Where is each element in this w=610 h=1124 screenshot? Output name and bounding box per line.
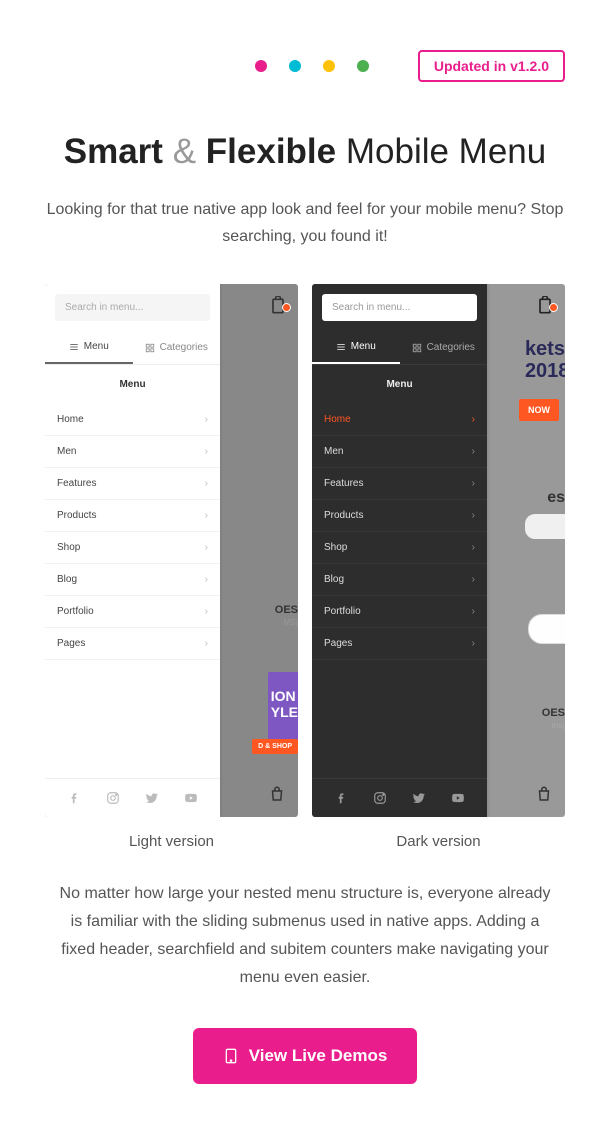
title-smart: Smart xyxy=(64,132,163,171)
menu-item-men[interactable]: Men› xyxy=(312,436,487,468)
youtube-icon[interactable] xyxy=(451,791,465,805)
menu-item-features[interactable]: Features› xyxy=(312,468,487,500)
title-rest: Mobile Menu xyxy=(346,132,546,171)
chevron-right-icon: › xyxy=(205,478,208,489)
bg-oes2: OES xyxy=(542,707,565,719)
twitter-icon[interactable] xyxy=(412,791,426,805)
dark-menu-panel: Search in menu... Menu Categories Menu H… xyxy=(312,284,487,817)
bag-icon xyxy=(535,785,553,803)
chevron-right-icon: › xyxy=(472,606,475,617)
menu-item-portfolio[interactable]: Portfolio› xyxy=(45,596,220,628)
bg-shop-btn: D & SHOP xyxy=(252,739,298,754)
chevron-right-icon: › xyxy=(205,606,208,617)
tab-menu[interactable]: Menu xyxy=(312,331,400,364)
dark-screenshot: kets2018. NOW es OES ms) Search in menu.… xyxy=(312,284,565,817)
tab-menu-label: Menu xyxy=(84,341,109,352)
chevron-right-icon: › xyxy=(205,510,208,521)
chevron-right-icon: › xyxy=(205,542,208,553)
facebook-icon[interactable] xyxy=(67,791,81,805)
chevron-right-icon: › xyxy=(205,574,208,585)
menu-item-features[interactable]: Features› xyxy=(45,468,220,500)
cta-label: View Live Demos xyxy=(249,1046,388,1066)
tab-menu-label: Menu xyxy=(351,341,376,352)
menu-item-home[interactable]: Home› xyxy=(312,404,487,436)
menu-item-shop[interactable]: Shop› xyxy=(45,532,220,564)
color-dots xyxy=(255,60,369,72)
bg-shoe2 xyxy=(528,614,565,644)
menu-item-products[interactable]: Products› xyxy=(45,500,220,532)
social-row xyxy=(45,778,220,817)
menu-item-products[interactable]: Products› xyxy=(312,500,487,532)
lead-text: Looking for that true native app look an… xyxy=(45,196,565,250)
dot-cyan xyxy=(289,60,301,72)
menu-item-home[interactable]: Home› xyxy=(45,404,220,436)
bag-icon xyxy=(268,785,286,803)
menu-item-pages[interactable]: Pages› xyxy=(312,628,487,660)
tablet-icon xyxy=(223,1046,239,1066)
bg-es: es xyxy=(547,489,565,507)
bg-kets: kets2018. xyxy=(525,338,565,382)
bg-shop-now: NOW xyxy=(519,399,559,421)
chevron-right-icon: › xyxy=(472,574,475,585)
chevron-right-icon: › xyxy=(205,446,208,457)
chevron-right-icon: › xyxy=(472,478,475,489)
tabs: Menu Categories xyxy=(312,331,487,365)
menu-item-pages[interactable]: Pages› xyxy=(45,628,220,660)
menu-item-shop[interactable]: Shop› xyxy=(312,532,487,564)
chevron-right-icon: › xyxy=(205,414,208,425)
tab-categories-label: Categories xyxy=(160,342,208,353)
youtube-icon[interactable] xyxy=(184,791,198,805)
description-text: No matter how large your nested menu str… xyxy=(45,880,565,992)
light-screenshot: BGSMS) LLERYMS) OES MS) IONYLE D & SHOP … xyxy=(45,284,298,817)
dot-yellow xyxy=(323,60,335,72)
light-caption: Light version xyxy=(45,833,298,850)
tabs: Menu Categories xyxy=(45,331,220,365)
menu-item-blog[interactable]: Blog› xyxy=(312,564,487,596)
bg-shoe xyxy=(525,514,565,539)
search-input[interactable]: Search in menu... xyxy=(55,294,210,321)
dot-pink xyxy=(255,60,267,72)
search-input[interactable]: Search in menu... xyxy=(322,294,477,321)
menu-icon xyxy=(336,342,346,352)
title-amp: & xyxy=(173,132,196,171)
chevron-right-icon: › xyxy=(472,414,475,425)
grid-icon xyxy=(412,343,422,353)
instagram-icon[interactable] xyxy=(106,791,120,805)
menu-title: Menu xyxy=(45,365,220,404)
dot-green xyxy=(357,60,369,72)
view-demos-button[interactable]: View Live Demos xyxy=(193,1028,418,1084)
tab-categories[interactable]: Categories xyxy=(400,331,488,364)
facebook-icon[interactable] xyxy=(334,791,348,805)
chevron-right-icon: › xyxy=(472,446,475,457)
dark-caption: Dark version xyxy=(312,833,565,850)
menu-title: Menu xyxy=(312,365,487,404)
tab-categories-label: Categories xyxy=(427,342,475,353)
title-flexible: Flexible xyxy=(206,132,336,171)
social-row xyxy=(312,778,487,817)
light-menu-panel: Search in menu... Menu Categories Menu H… xyxy=(45,284,220,817)
chevron-right-icon: › xyxy=(472,510,475,521)
menu-item-portfolio[interactable]: Portfolio› xyxy=(312,596,487,628)
grid-icon xyxy=(145,343,155,353)
instagram-icon[interactable] xyxy=(373,791,387,805)
menu-items: Home› Men› Features› Products› Shop› Blo… xyxy=(45,404,220,778)
bg-oes: OES xyxy=(275,604,298,616)
tab-categories[interactable]: Categories xyxy=(133,331,221,364)
page-title: Smart & Flexible Mobile Menu xyxy=(45,132,565,172)
chevron-right-icon: › xyxy=(472,638,475,649)
bg-oes-sub: MS) xyxy=(283,618,298,627)
version-badge: Updated in v1.2.0 xyxy=(418,50,565,82)
menu-items: Home› Men› Features› Products› Shop› Blo… xyxy=(312,404,487,778)
menu-icon xyxy=(69,342,79,352)
menu-item-men[interactable]: Men› xyxy=(45,436,220,468)
twitter-icon[interactable] xyxy=(145,791,159,805)
chevron-right-icon: › xyxy=(472,542,475,553)
menu-item-blog[interactable]: Blog› xyxy=(45,564,220,596)
bg-fashion: IONYLE xyxy=(271,689,298,720)
bg-oes2-sub: ms) xyxy=(552,721,565,730)
chevron-right-icon: › xyxy=(205,638,208,649)
tab-menu[interactable]: Menu xyxy=(45,331,133,364)
